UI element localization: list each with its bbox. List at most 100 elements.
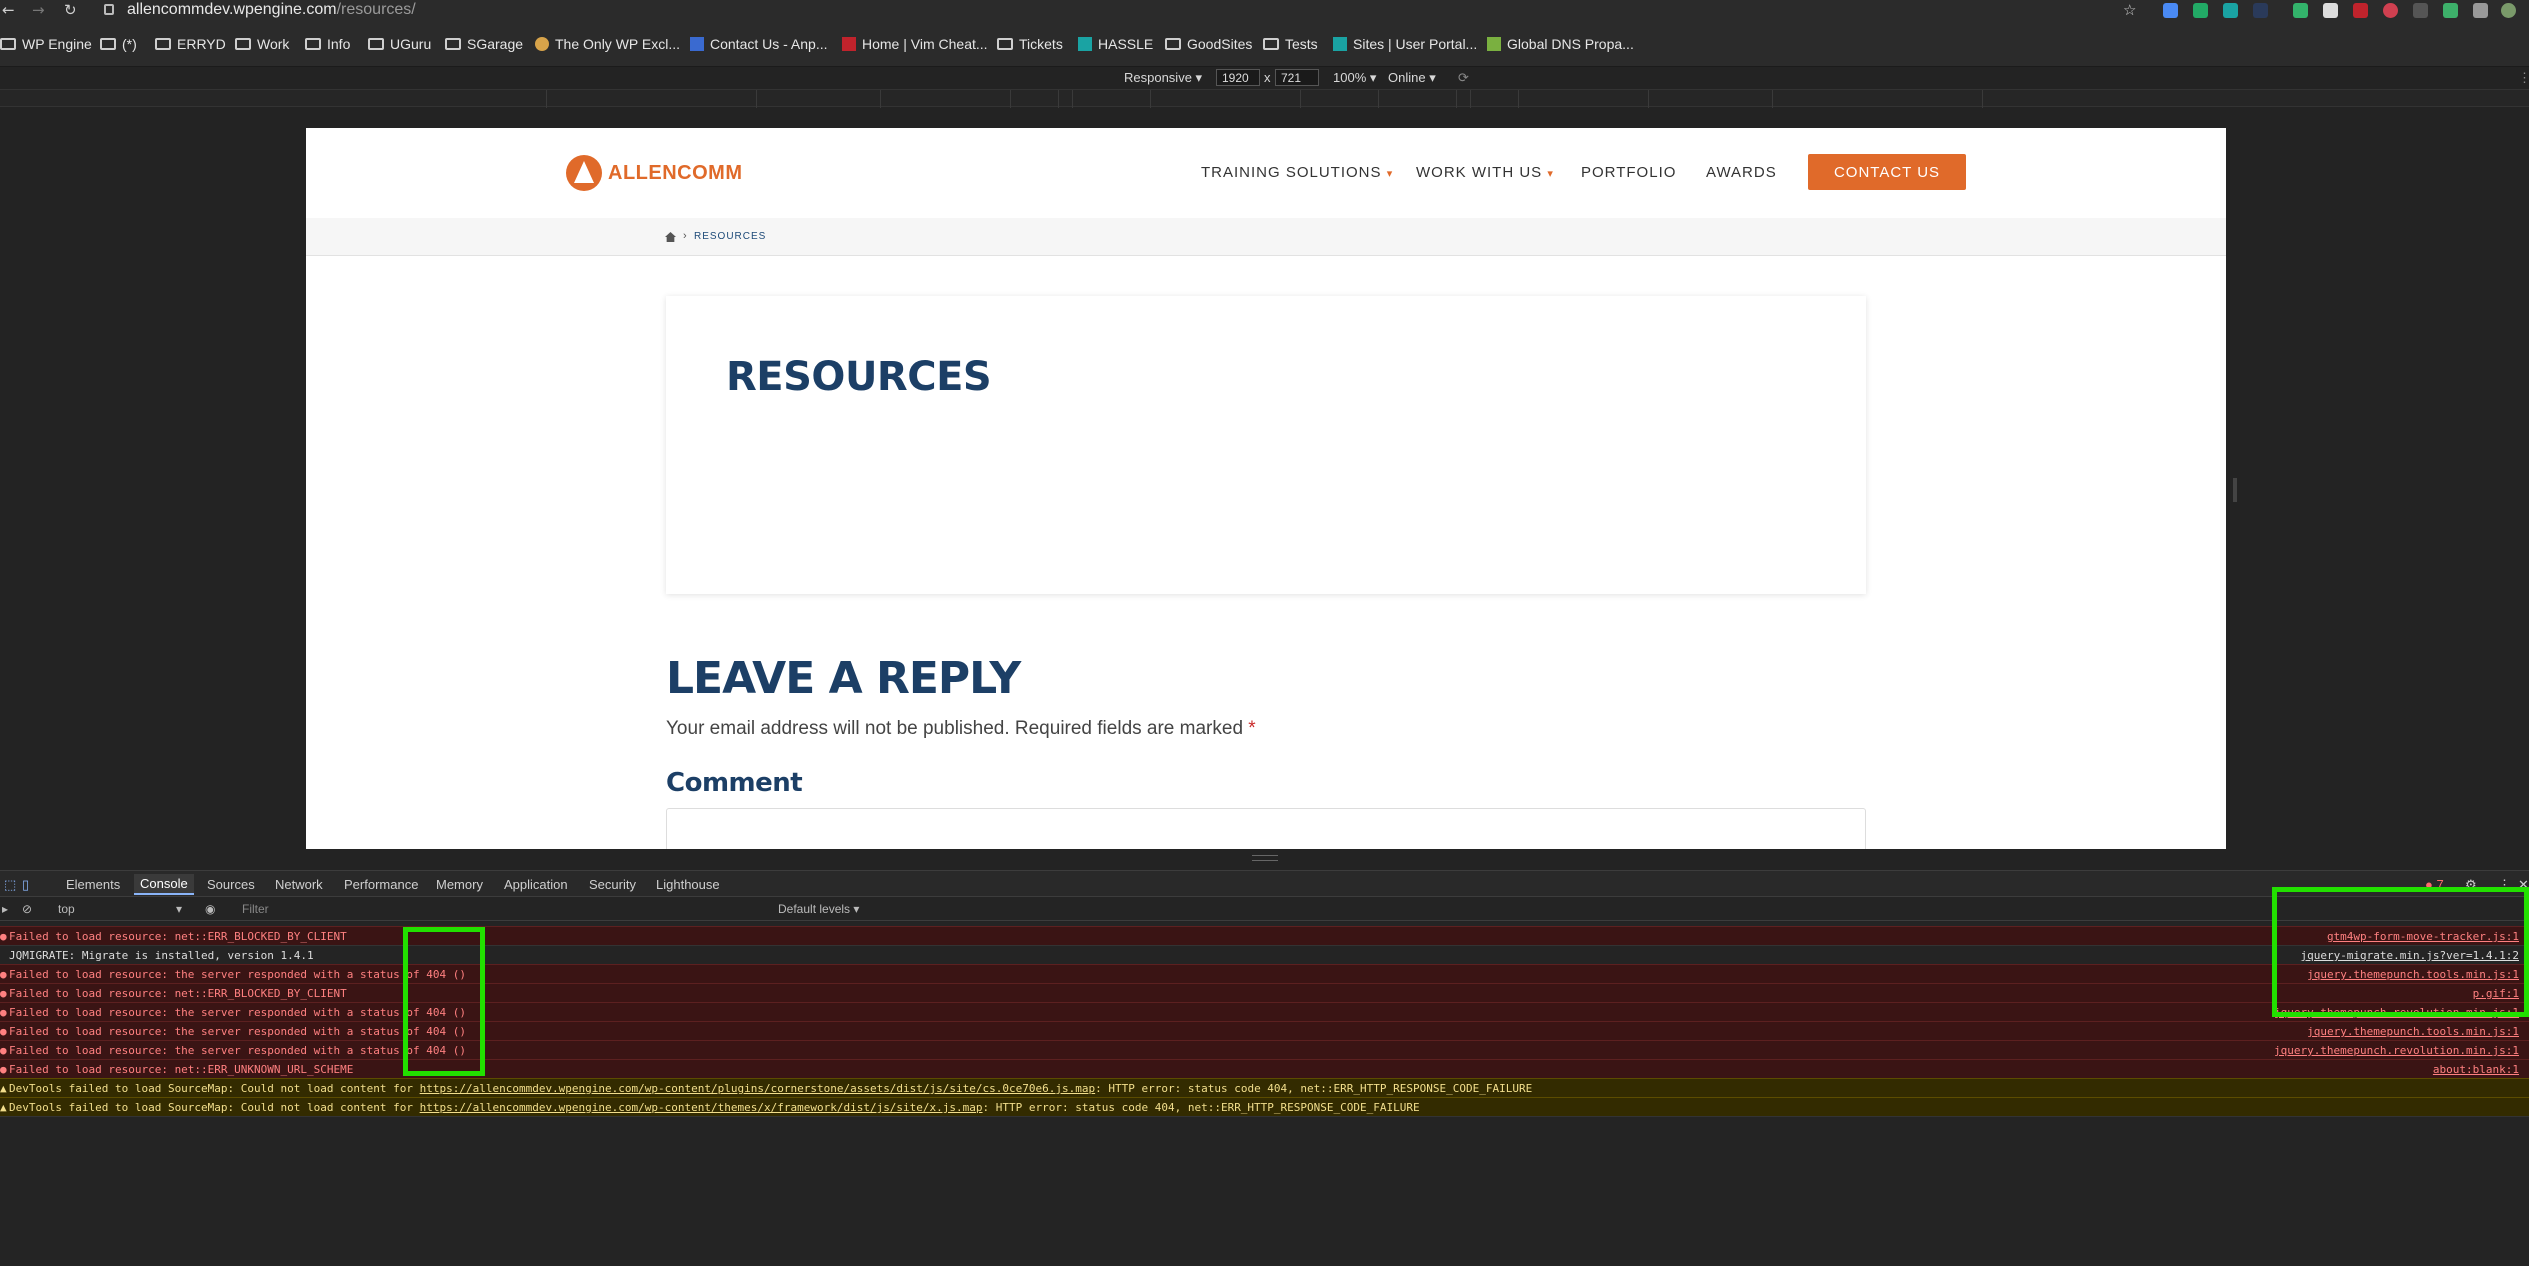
- bookmark-item[interactable]: The Only WP Excl...: [535, 36, 680, 52]
- profile-avatar[interactable]: [2501, 3, 2516, 18]
- status-code-highlight: [403, 927, 485, 1076]
- menu-training-solutions[interactable]: TRAINING SOLUTIONS ▾: [1201, 164, 1393, 181]
- allencomm-logo-icon: [566, 155, 602, 191]
- extension-icon[interactable]: [2323, 3, 2338, 18]
- viewport-height-input[interactable]: 721: [1275, 69, 1319, 86]
- sourcemap-link[interactable]: https://allencommdev.wpengine.com/wp-con…: [420, 1101, 983, 1114]
- tab-memory[interactable]: Memory: [436, 877, 483, 892]
- logo-text: ALLENCOMM: [608, 161, 743, 184]
- filter-input[interactable]: Filter: [242, 902, 269, 916]
- comment-textarea[interactable]: [666, 808, 1866, 849]
- sourcemap-link[interactable]: https://allencommdev.wpengine.com/wp-con…: [420, 1082, 1096, 1095]
- bookmark-item[interactable]: Home | Vim Cheat...: [842, 36, 988, 52]
- more-options-icon[interactable]: ⋮: [2518, 70, 2529, 86]
- site-favicon-icon: [1487, 37, 1501, 51]
- tab-performance[interactable]: Performance: [344, 877, 418, 892]
- bookmark-item[interactable]: Tests: [1263, 36, 1318, 52]
- home-icon[interactable]: [665, 232, 676, 242]
- tab-network[interactable]: Network: [275, 877, 323, 892]
- tab-lighthouse[interactable]: Lighthouse: [656, 877, 720, 892]
- extensions-puzzle-icon[interactable]: [2473, 3, 2488, 18]
- bookmark-item[interactable]: Contact Us - Anp...: [690, 36, 828, 52]
- reload-icon[interactable]: ↻: [64, 1, 77, 19]
- viewport-width-input[interactable]: 1920: [1216, 69, 1260, 86]
- tab-elements[interactable]: Elements: [66, 877, 120, 892]
- site-favicon-icon: [1333, 37, 1347, 51]
- context-dropdown-icon[interactable]: ▾: [176, 902, 182, 916]
- message-text: Failed to load resource: net::ERR_BLOCKE…: [9, 987, 347, 1000]
- bookmark-item[interactable]: WP Engine: [0, 36, 92, 52]
- extension-icon[interactable]: [2193, 3, 2208, 18]
- bookmark-label: WP Engine: [22, 36, 92, 52]
- device-toggle-icon[interactable]: ▯: [22, 877, 29, 893]
- viewport-resize-handle[interactable]: [2233, 478, 2237, 502]
- message-text: Failed to load resource: the server resp…: [9, 1025, 466, 1038]
- bookmark-item[interactable]: Work: [235, 36, 289, 52]
- live-expression-eye-icon[interactable]: ◉: [205, 902, 215, 916]
- log-levels-select[interactable]: Default levels ▾: [778, 902, 859, 916]
- lock-icon[interactable]: [104, 4, 114, 15]
- bookmark-item[interactable]: Global DNS Propa...: [1487, 36, 1634, 52]
- bookmark-star-icon[interactable]: ☆: [2123, 1, 2136, 19]
- back-icon[interactable]: ←: [2, 1, 15, 19]
- tab-security[interactable]: Security: [589, 877, 636, 892]
- inspect-element-icon[interactable]: ⬚: [4, 877, 16, 893]
- bookmark-item[interactable]: GoodSites: [1165, 36, 1252, 52]
- bookmark-item[interactable]: HASSLE: [1078, 36, 1153, 52]
- bookmark-item[interactable]: ERRYD: [155, 36, 226, 52]
- console-message: ● Failed to load resource: net::ERR_BLOCK…: [0, 926, 2529, 945]
- tab-console[interactable]: Console: [134, 874, 194, 895]
- console-message: ● Failed to load resource: the server res…: [0, 964, 2529, 983]
- site-logo[interactable]: ALLENCOMM: [566, 155, 742, 191]
- extension-icon[interactable]: [2413, 3, 2428, 18]
- devtools-resize-handle[interactable]: [1252, 855, 1278, 861]
- bookmark-item[interactable]: Tickets: [997, 36, 1063, 52]
- forward-icon[interactable]: →: [32, 1, 45, 19]
- url-path: /resources/: [336, 1, 416, 18]
- ublock-icon[interactable]: [2353, 3, 2368, 18]
- menu-label: PORTFOLIO: [1581, 164, 1677, 181]
- menu-awards[interactable]: AWARDS: [1706, 164, 1777, 181]
- bookmark-label: GoodSites: [1187, 36, 1253, 52]
- extension-icon[interactable]: [2443, 3, 2458, 18]
- source-link[interactable]: about:blank:1: [2433, 1063, 2519, 1076]
- tab-sources[interactable]: Sources: [207, 877, 255, 892]
- page-title: RESOURCES: [726, 354, 992, 400]
- url-field[interactable]: allencommdev.wpengine.com/resources/: [127, 1, 416, 19]
- bookmark-label: Contact Us - Anp...: [710, 36, 828, 52]
- bookmark-item[interactable]: Sites | User Portal...: [1333, 36, 1477, 52]
- menu-portfolio[interactable]: PORTFOLIO: [1581, 164, 1676, 181]
- tab-application[interactable]: Application: [504, 877, 568, 892]
- clear-console-icon[interactable]: ⊘: [22, 902, 32, 916]
- message-text: Failed to load resource: net::ERR_BLOCKE…: [9, 930, 347, 943]
- bookmark-item[interactable]: (*): [100, 36, 137, 52]
- rotate-icon[interactable]: ⟳: [1458, 70, 1469, 86]
- extension-icon[interactable]: [2383, 3, 2398, 18]
- extension-icon[interactable]: [2223, 3, 2238, 18]
- menu-work-with-us[interactable]: WORK WITH US ▾: [1416, 164, 1554, 181]
- extension-icon[interactable]: [2163, 3, 2178, 18]
- reply-note-text: Your email address will not be published…: [666, 718, 1244, 739]
- media-query-ruler[interactable]: [0, 89, 2529, 108]
- throttle-select[interactable]: Online ▾: [1388, 70, 1436, 86]
- bookmark-item[interactable]: SGarage: [445, 36, 523, 52]
- extension-icon[interactable]: [2253, 3, 2268, 18]
- source-link[interactable]: jquery.themepunch.revolution.min.js:1: [2274, 1044, 2519, 1057]
- devtools-tabbar: ⬚ ▯ Elements Console Sources Network Per…: [0, 870, 2529, 897]
- bookmark-item[interactable]: Info: [305, 36, 350, 52]
- bookmark-item[interactable]: UGuru: [368, 36, 431, 52]
- console-prompt[interactable]: [0, 1116, 2529, 1120]
- bookmark-label: ERRYD: [177, 36, 226, 52]
- source-link[interactable]: jquery.themepunch.tools.min.js:1: [2307, 1025, 2519, 1038]
- console-message: ● Failed to load resource: the server res…: [0, 1040, 2529, 1059]
- zoom-select[interactable]: 100% ▾: [1333, 70, 1376, 86]
- sidebar-toggle-icon[interactable]: ▸: [2, 902, 8, 916]
- address-bar: ← → ↻ allencommdev.wpengine.com/resource…: [0, 0, 2529, 22]
- contact-us-button[interactable]: CONTACT US: [1808, 154, 1966, 190]
- context-select[interactable]: top: [58, 902, 75, 916]
- device-select[interactable]: Responsive ▾: [1124, 70, 1202, 86]
- folder-icon: [155, 38, 171, 50]
- url-host: allencommdev.wpengine.com: [127, 1, 337, 18]
- menu-label: WORK WITH US: [1416, 164, 1543, 181]
- grammarly-icon[interactable]: [2293, 3, 2308, 18]
